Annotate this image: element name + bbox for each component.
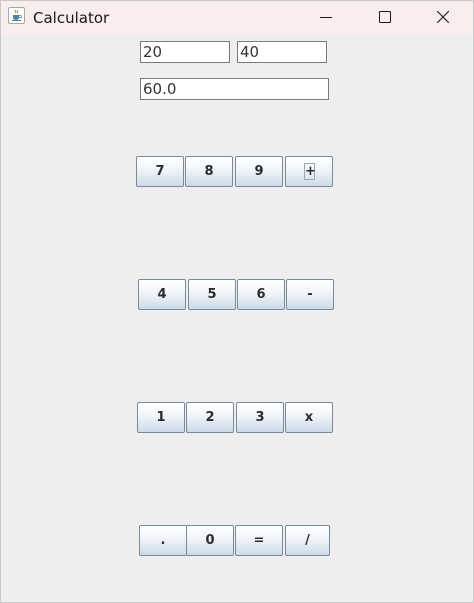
close-icon bbox=[437, 11, 449, 23]
decimal-point-button[interactable]: . bbox=[139, 525, 187, 556]
digit-8-button[interactable]: 8 bbox=[185, 156, 233, 187]
digit-1-button[interactable]: 1 bbox=[137, 402, 185, 433]
digit-9-button[interactable]: 9 bbox=[235, 156, 283, 187]
digit-7-button[interactable]: 7 bbox=[136, 156, 184, 187]
digit-5-button[interactable]: 5 bbox=[188, 279, 236, 310]
maximize-icon bbox=[379, 11, 391, 23]
digit-3-button[interactable]: 3 bbox=[236, 402, 284, 433]
maximize-button[interactable] bbox=[362, 1, 408, 34]
add-button[interactable]: + bbox=[285, 156, 333, 187]
result-field[interactable]: 60.0 bbox=[140, 78, 329, 100]
window-title: Calculator bbox=[33, 9, 110, 27]
divide-button[interactable]: / bbox=[285, 525, 330, 556]
calculator-window: Calculator 20 40 60.0 7 8 9 + 4 5 6 - 1 … bbox=[0, 0, 474, 603]
digit-6-button[interactable]: 6 bbox=[237, 279, 285, 310]
minimize-icon bbox=[320, 17, 332, 18]
second-number-field[interactable]: 40 bbox=[237, 41, 327, 63]
first-number-field[interactable]: 20 bbox=[140, 41, 230, 63]
minimize-button[interactable] bbox=[303, 1, 349, 34]
equals-button[interactable]: = bbox=[235, 525, 283, 556]
java-cup-icon bbox=[8, 7, 25, 24]
close-button[interactable] bbox=[420, 1, 466, 34]
add-button-label: + bbox=[304, 163, 316, 180]
digit-2-button[interactable]: 2 bbox=[186, 402, 234, 433]
multiply-button[interactable]: x bbox=[285, 402, 333, 433]
subtract-button[interactable]: - bbox=[286, 279, 334, 310]
digit-4-button[interactable]: 4 bbox=[138, 279, 186, 310]
digit-0-button[interactable]: 0 bbox=[186, 525, 234, 556]
title-bar[interactable]: Calculator bbox=[1, 1, 473, 34]
